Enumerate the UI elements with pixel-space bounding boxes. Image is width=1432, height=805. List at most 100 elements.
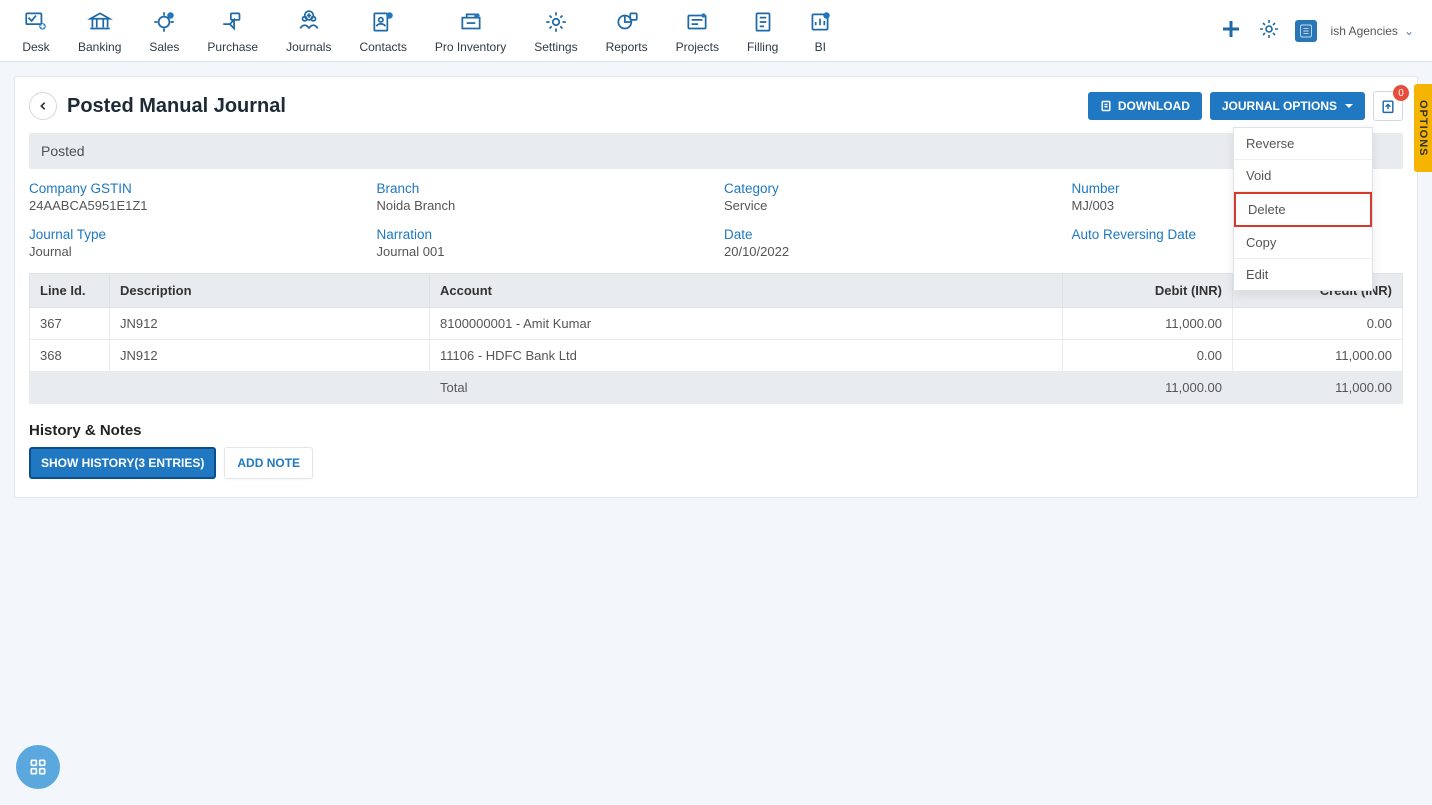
- journal-lines-table: Line Id. Description Account Debit (INR)…: [29, 273, 1403, 404]
- caret-down-icon: [1345, 104, 1353, 108]
- nav-purchase[interactable]: Purchase: [193, 4, 272, 58]
- nav-label: BI: [815, 40, 826, 54]
- history-section: History & Notes SHOW HISTORY(3 ENTRIES) …: [29, 422, 1403, 479]
- bi-icon: [806, 8, 834, 36]
- nav-items: Desk Banking Sales Purchase Journals Con…: [8, 4, 848, 58]
- nav-label: Reports: [606, 40, 648, 54]
- status-bar: Posted: [29, 133, 1403, 169]
- nav-label: Purchase: [207, 40, 258, 54]
- cell-credit: 11,000.00: [1233, 340, 1403, 372]
- table-row: 368 JN912 11106 - HDFC Bank Ltd 0.00 11,…: [30, 340, 1403, 372]
- total-credit: 11,000.00: [1233, 372, 1403, 404]
- desk-icon: [22, 8, 50, 36]
- cell-account: 8100000001 - Amit Kumar: [430, 308, 1063, 340]
- back-button[interactable]: [29, 92, 57, 120]
- add-icon[interactable]: [1219, 17, 1243, 44]
- col-debit: Debit (INR): [1063, 274, 1233, 308]
- nav-reports[interactable]: Reports: [592, 4, 662, 58]
- main-panel: Posted Manual Journal DOWNLOAD JOURNAL O…: [14, 76, 1418, 498]
- purchase-icon: [219, 8, 247, 36]
- field-label: Journal Type: [29, 227, 361, 242]
- journal-options-label: JOURNAL OPTIONS: [1222, 99, 1337, 113]
- total-debit: 11,000.00: [1063, 372, 1233, 404]
- nav-settings[interactable]: Settings: [520, 4, 591, 58]
- nav-right: ish Agencies ⌄: [1219, 17, 1424, 44]
- calculator-icon[interactable]: [1295, 20, 1317, 42]
- company-name: ish Agencies: [1331, 24, 1398, 38]
- app-launcher-button[interactable]: [16, 745, 60, 789]
- nav-label: Pro Inventory: [435, 40, 506, 54]
- nav-label: Contacts: [359, 40, 406, 54]
- options-side-tab[interactable]: OPTIONS: [1414, 84, 1432, 172]
- dropdown-copy[interactable]: Copy: [1234, 227, 1372, 259]
- field-branch: Branch Noida Branch: [377, 181, 709, 213]
- download-button[interactable]: DOWNLOAD: [1088, 92, 1202, 120]
- dropdown-void[interactable]: Void: [1234, 160, 1372, 192]
- field-label: Narration: [377, 227, 709, 242]
- nav-label: Banking: [78, 40, 121, 54]
- filling-icon: [749, 8, 777, 36]
- nav-banking[interactable]: Banking: [64, 4, 135, 58]
- dropdown-reverse[interactable]: Reverse: [1234, 128, 1372, 160]
- header-actions: DOWNLOAD JOURNAL OPTIONS 0 Reverse Void …: [1088, 91, 1403, 121]
- grid-icon: [28, 757, 48, 777]
- field-narration: Narration Journal 001: [377, 227, 709, 259]
- page-title: Posted Manual Journal: [67, 95, 286, 118]
- dropdown-edit[interactable]: Edit: [1234, 259, 1372, 290]
- nav-label: Filling: [747, 40, 778, 54]
- journal-options-dropdown: Reverse Void Delete Copy Edit: [1233, 127, 1373, 291]
- add-note-button[interactable]: ADD NOTE: [224, 447, 313, 479]
- nav-label: Journals: [286, 40, 331, 54]
- settings-icon: [542, 8, 570, 36]
- cell-debit: 11,000.00: [1063, 308, 1233, 340]
- nav-contacts[interactable]: Contacts: [345, 4, 420, 58]
- cell-desc: JN912: [110, 308, 430, 340]
- field-label: Category: [724, 181, 1056, 196]
- cell-debit: 0.00: [1063, 340, 1233, 372]
- history-title: History & Notes: [29, 422, 1403, 439]
- field-label: Date: [724, 227, 1056, 242]
- cell-line-id: 368: [30, 340, 110, 372]
- contacts-icon: [369, 8, 397, 36]
- inventory-icon: [457, 8, 485, 36]
- field-journal-type: Journal Type Journal: [29, 227, 361, 259]
- nav-bi[interactable]: BI: [792, 4, 848, 58]
- field-value: 20/10/2022: [724, 244, 1056, 259]
- cell-credit: 0.00: [1233, 308, 1403, 340]
- field-value: 24AABCA5951E1Z1: [29, 198, 361, 213]
- journal-options-button[interactable]: JOURNAL OPTIONS: [1210, 92, 1365, 120]
- field-value: Journal: [29, 244, 361, 259]
- nav-desk[interactable]: Desk: [8, 4, 64, 58]
- gear-icon[interactable]: [1257, 17, 1281, 44]
- cell-desc: JN912: [110, 340, 430, 372]
- nav-projects[interactable]: Projects: [662, 4, 733, 58]
- top-navigation: Desk Banking Sales Purchase Journals Con…: [0, 0, 1432, 62]
- field-value: Service: [724, 198, 1056, 213]
- field-category: Category Service: [724, 181, 1056, 213]
- projects-icon: [683, 8, 711, 36]
- total-label: Total: [430, 372, 1063, 404]
- show-history-button[interactable]: SHOW HISTORY(3 ENTRIES): [29, 447, 216, 479]
- company-dropdown[interactable]: ish Agencies ⌄: [1331, 24, 1414, 38]
- field-label: Company GSTIN: [29, 181, 361, 196]
- cell-account: 11106 - HDFC Bank Ltd: [430, 340, 1063, 372]
- banking-icon: [86, 8, 114, 36]
- download-label: DOWNLOAD: [1118, 99, 1190, 113]
- nav-label: Desk: [22, 40, 49, 54]
- nav-proinventory[interactable]: Pro Inventory: [421, 4, 520, 58]
- chevron-down-icon: ⌄: [1404, 24, 1414, 38]
- nav-label: Projects: [676, 40, 719, 54]
- reports-icon: [613, 8, 641, 36]
- attachment-count-badge: 0: [1393, 85, 1409, 101]
- nav-journals[interactable]: Journals: [272, 4, 345, 58]
- dropdown-delete[interactable]: Delete: [1234, 192, 1372, 227]
- table-header-row: Line Id. Description Account Debit (INR)…: [30, 274, 1403, 308]
- table-total-row: Total 11,000.00 11,000.00: [30, 372, 1403, 404]
- field-label: Branch: [377, 181, 709, 196]
- attachments-button[interactable]: 0: [1373, 91, 1403, 121]
- field-value: Noida Branch: [377, 198, 709, 213]
- nav-filling[interactable]: Filling: [733, 4, 792, 58]
- nav-sales[interactable]: Sales: [135, 4, 193, 58]
- field-value: Journal 001: [377, 244, 709, 259]
- fields-grid: Company GSTIN 24AABCA5951E1Z1 Branch Noi…: [29, 181, 1403, 259]
